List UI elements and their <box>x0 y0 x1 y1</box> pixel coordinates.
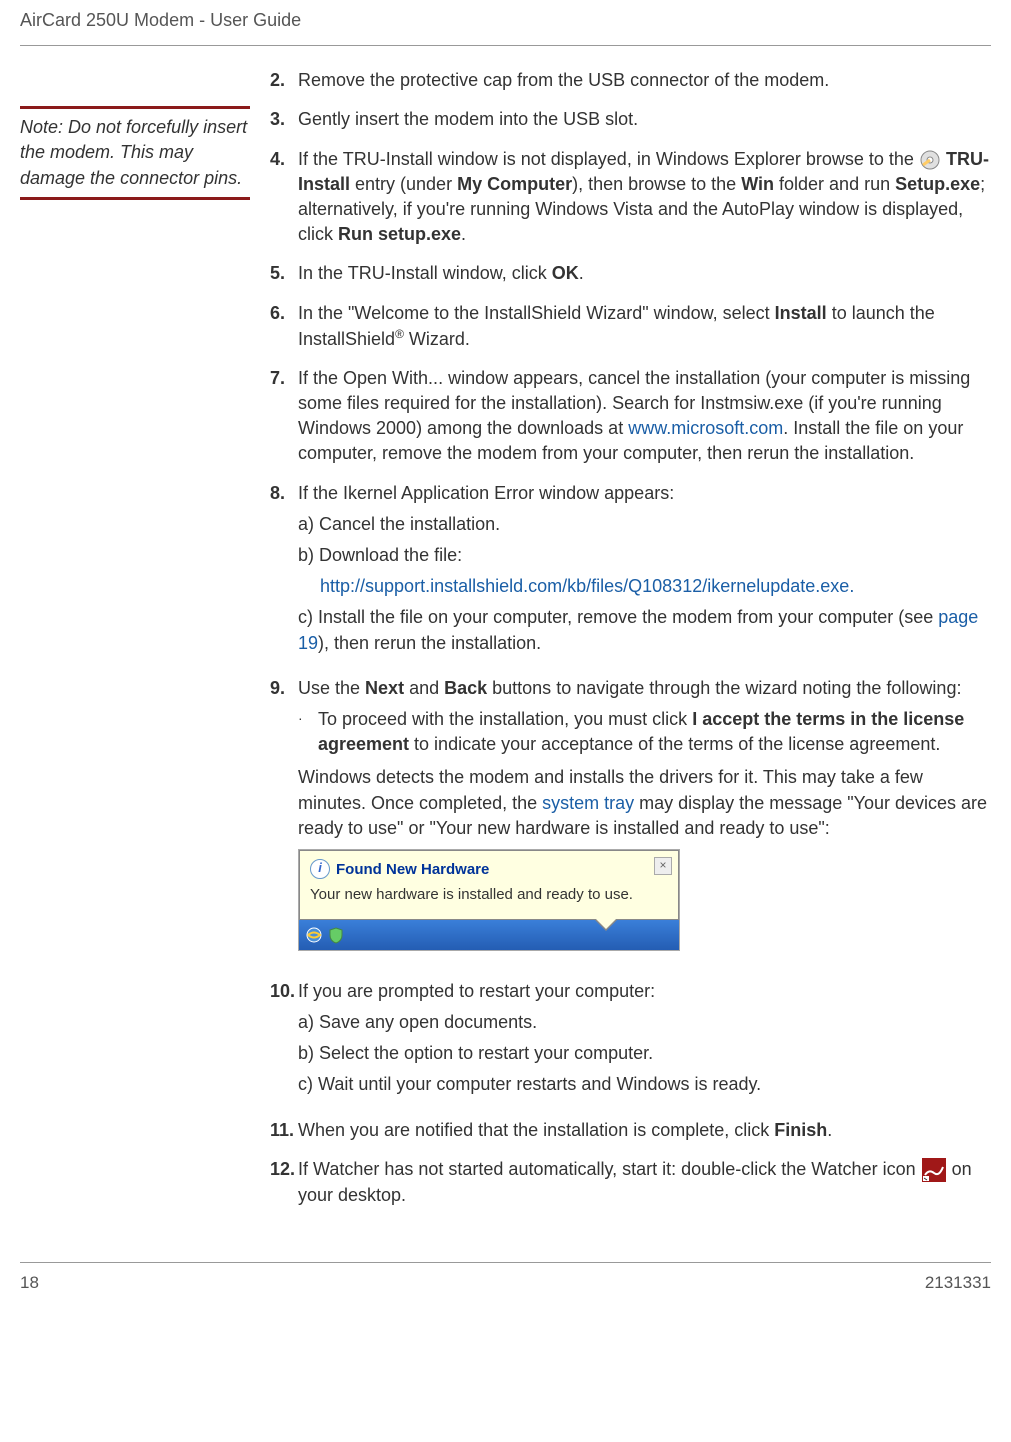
step-2: 2. Remove the protective cap from the US… <box>270 68 991 93</box>
substep-a: a) Save any open documents. <box>298 1010 991 1035</box>
ok-label: OK <box>552 263 579 283</box>
step-10: 10. If you are prompted to restart your … <box>270 979 991 1104</box>
back-label: Back <box>444 678 487 698</box>
text-fragment: . <box>461 224 466 244</box>
step-text: If the Open With... window appears, canc… <box>298 366 991 467</box>
text-fragment: folder and run <box>774 174 895 194</box>
watcher-icon <box>921 1157 947 1183</box>
page-header: AirCard 250U Modem - User Guide <box>20 0 991 41</box>
text-fragment: entry (under <box>350 174 457 194</box>
text-fragment: To proceed with the installation, you mu… <box>318 709 692 729</box>
step-11: 11. When you are notified that the insta… <box>270 1118 991 1143</box>
step-number: 8. <box>270 481 298 662</box>
microsoft-link[interactable]: www.microsoft.com <box>628 418 783 438</box>
step-number: 6. <box>270 301 298 352</box>
step-number: 2. <box>270 68 298 93</box>
text-fragment: If you are prompted to restart your comp… <box>298 979 991 1004</box>
step-7: 7. If the Open With... window appears, c… <box>270 366 991 467</box>
win-folder-label: Win <box>741 174 774 194</box>
registered-mark: ® <box>395 327 404 341</box>
taskbar <box>299 920 679 950</box>
step-text: If the TRU-Install window is not display… <box>298 147 991 248</box>
text-fragment: c) Install the file on your computer, re… <box>298 607 938 627</box>
text-fragment: ), then browse to the <box>572 174 741 194</box>
step-text: Remove the protective cap from the USB c… <box>298 68 991 93</box>
header-divider <box>20 45 991 46</box>
step-text: Gently insert the modem into the USB slo… <box>298 107 991 132</box>
step-3: 3. Gently insert the modem into the USB … <box>270 107 991 132</box>
tooltip-title: i Found New Hardware <box>310 859 668 880</box>
text-fragment: . <box>579 263 584 283</box>
text-fragment: and <box>404 678 444 698</box>
shield-icon <box>327 926 345 944</box>
bullet-dot: · <box>298 707 318 757</box>
info-icon: i <box>310 859 330 879</box>
step-9: 9. Use the Next and Back buttons to navi… <box>270 676 991 965</box>
substep-c: c) Wait until your computer restarts and… <box>298 1072 991 1097</box>
step-text: When you are notified that the installat… <box>298 1118 991 1143</box>
side-note: Note: Do not forcefully insert the modem… <box>20 106 250 200</box>
paragraph: Windows detects the modem and installs t… <box>298 765 991 841</box>
step-text: If Watcher has not started automatically… <box>298 1157 991 1208</box>
install-label: Install <box>775 303 827 323</box>
step-number: 10. <box>270 979 298 1104</box>
step-6: 6. In the "Welcome to the InstallShield … <box>270 301 991 352</box>
step-number: 4. <box>270 147 298 248</box>
step-text: In the TRU-Install window, click OK. <box>298 261 991 286</box>
step-number: 9. <box>270 676 298 965</box>
text-fragment: In the TRU-Install window, click <box>298 263 552 283</box>
cd-drive-icon <box>919 149 941 171</box>
step-number: 3. <box>270 107 298 132</box>
text-fragment: If the Ikernel Application Error window … <box>298 481 991 506</box>
text-fragment: to indicate your acceptance of the terms… <box>409 734 940 754</box>
substep-c: c) Install the file on your computer, re… <box>298 605 991 655</box>
text-fragment: When you are notified that the installat… <box>298 1120 774 1140</box>
ie-icon <box>305 926 323 944</box>
step-number: 5. <box>270 261 298 286</box>
text-fragment: If the TRU-Install window is not display… <box>298 149 919 169</box>
close-icon[interactable]: × <box>654 857 672 875</box>
text-fragment: buttons to navigate through the wizard n… <box>487 678 961 698</box>
run-setup-label: Run setup.exe <box>338 224 461 244</box>
step-text: If the Ikernel Application Error window … <box>298 481 991 662</box>
text-fragment: . <box>827 1120 832 1140</box>
doc-number: 2131331 <box>925 1271 991 1295</box>
step-number: 12. <box>270 1157 298 1208</box>
step-5: 5. In the TRU-Install window, click OK. <box>270 261 991 286</box>
tooltip-arrow <box>595 918 617 929</box>
step-12: 12. If Watcher has not started automatic… <box>270 1157 991 1208</box>
step-number: 11. <box>270 1118 298 1143</box>
text-fragment: If Watcher has not started automatically… <box>298 1159 921 1179</box>
substep-b: b) Select the option to restart your com… <box>298 1041 991 1066</box>
text-fragment: Wizard. <box>404 329 470 349</box>
step-number: 7. <box>270 366 298 467</box>
step-text: If you are prompted to restart your comp… <box>298 979 991 1104</box>
ikernel-link[interactable]: http://support.installshield.com/kb/file… <box>320 574 991 599</box>
step-4: 4. If the TRU-Install window is not disp… <box>270 147 991 248</box>
tooltip-title-text: Found New Hardware <box>336 859 489 880</box>
page-number: 18 <box>20 1271 39 1295</box>
bullet-item: · To proceed with the installation, you … <box>298 707 991 757</box>
step-text: Use the Next and Back buttons to navigat… <box>298 676 991 965</box>
substep-b: b) Download the file: <box>298 543 991 568</box>
finish-label: Finish <box>774 1120 827 1140</box>
setup-exe-label: Setup.exe <box>895 174 980 194</box>
step-8: 8. If the Ikernel Application Error wind… <box>270 481 991 662</box>
text-fragment: In the "Welcome to the InstallShield Wiz… <box>298 303 775 323</box>
step-text: In the "Welcome to the InstallShield Wiz… <box>298 301 991 352</box>
tooltip-body: Your new hardware is installed and ready… <box>310 884 668 905</box>
found-hardware-screenshot: × i Found New Hardware Your new hardware… <box>298 849 680 951</box>
text-fragment: Use the <box>298 678 365 698</box>
next-label: Next <box>365 678 404 698</box>
substep-a: a) Cancel the installation. <box>298 512 991 537</box>
text-fragment: ), then rerun the installation. <box>318 633 541 653</box>
my-computer-label: My Computer <box>457 174 572 194</box>
system-tray-link[interactable]: system tray <box>542 793 634 813</box>
page-footer: 18 2131331 <box>20 1262 991 1295</box>
balloon-tooltip: × i Found New Hardware Your new hardware… <box>299 850 679 920</box>
